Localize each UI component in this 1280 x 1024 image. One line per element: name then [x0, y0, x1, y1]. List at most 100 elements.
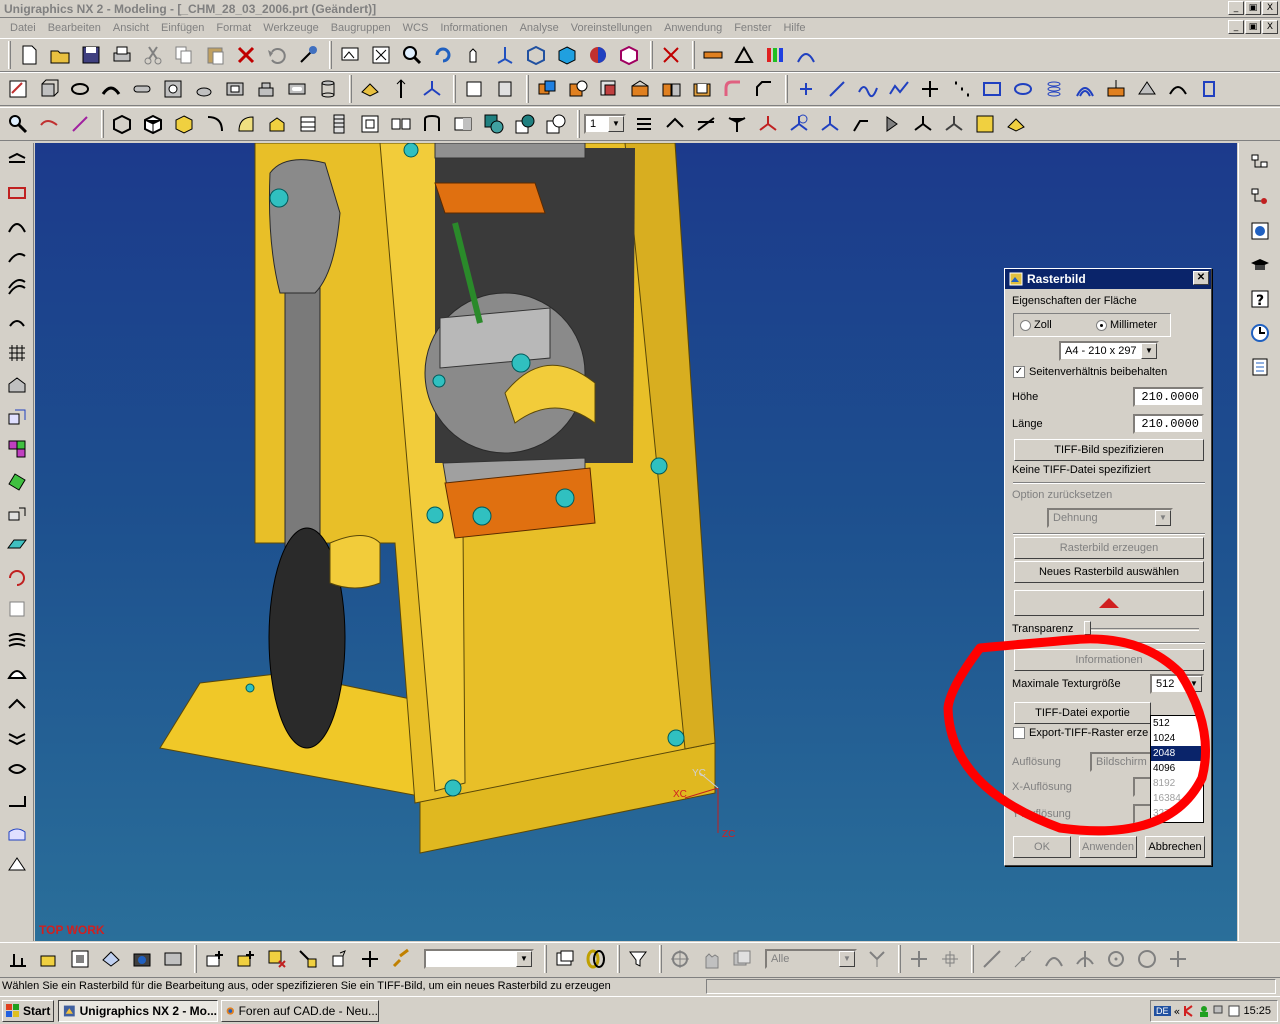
menu-voreinstellungen[interactable]: Voreinstellungen — [565, 21, 658, 35]
select-face-icon[interactable] — [97, 945, 125, 973]
enlarge-icon[interactable] — [3, 851, 31, 879]
move-object-icon[interactable] — [723, 110, 751, 138]
toolbar-grip[interactable] — [577, 110, 580, 138]
texture-option[interactable]: 3276 — [1151, 806, 1203, 821]
select-feature-icon[interactable] — [66, 945, 94, 973]
extension-icon[interactable] — [3, 499, 31, 527]
snap-point-icon[interactable] — [905, 945, 933, 973]
extrude-icon[interactable] — [35, 75, 63, 103]
revolve-side-icon[interactable] — [3, 179, 31, 207]
edit-feature-icon[interactable] — [4, 110, 32, 138]
select-new-raster-button[interactable]: Neues Rasterbild auswählen — [1014, 561, 1204, 583]
sew-icon[interactable] — [3, 435, 31, 463]
toolbar-grip[interactable] — [650, 41, 653, 69]
toolbar-grip[interactable] — [898, 945, 901, 973]
offset-surface-icon[interactable] — [3, 403, 31, 431]
face-blend-icon[interactable] — [3, 787, 31, 815]
texture-option[interactable]: 4096 — [1151, 761, 1203, 776]
menu-baugruppen[interactable]: Baugruppen — [325, 21, 397, 35]
reposition-icon[interactable] — [325, 945, 353, 973]
toolbar-grip[interactable] — [692, 41, 695, 69]
doc-restore-button[interactable]: ▣ — [1245, 20, 1261, 34]
sphere-outline-icon[interactable] — [542, 110, 570, 138]
toolbar-grip[interactable] — [971, 945, 974, 973]
snap-existing-icon[interactable] — [1164, 945, 1192, 973]
wcs-orient-icon[interactable] — [847, 110, 875, 138]
subtract-icon[interactable] — [564, 75, 592, 103]
split-body-icon[interactable] — [657, 75, 685, 103]
mesh-surface-icon[interactable] — [3, 339, 31, 367]
shaded-display-icon[interactable] — [553, 41, 581, 69]
radio-zoll[interactable]: Zoll — [1020, 319, 1052, 331]
sweep-icon[interactable] — [97, 75, 125, 103]
doc-close-button[interactable]: X — [1262, 20, 1278, 34]
point-icon[interactable] — [792, 75, 820, 103]
radio-millimeter-control[interactable] — [1096, 319, 1107, 331]
slot-icon[interactable] — [283, 75, 311, 103]
chevron-left-icon[interactable]: « — [1174, 1005, 1181, 1018]
cancel-button[interactable]: Abbrechen — [1145, 836, 1205, 858]
chevron-down-icon[interactable]: ▼ — [608, 116, 624, 132]
datum-plane-icon[interactable] — [356, 75, 384, 103]
expand-button[interactable] — [1014, 590, 1204, 616]
system-materials-icon[interactable] — [1246, 353, 1274, 381]
delete-icon[interactable] — [232, 41, 260, 69]
wcs-display-icon[interactable] — [909, 110, 937, 138]
mate-component-icon[interactable] — [294, 945, 322, 973]
paper-size-combo[interactable]: A4 - 210 x 297 ▼ — [1059, 341, 1159, 361]
export-tiff-button[interactable]: TIFF-Datei exportie — [1014, 702, 1151, 724]
helix-icon[interactable] — [1040, 75, 1068, 103]
orient-view-icon[interactable] — [491, 41, 519, 69]
help-icon[interactable]: ? — [1246, 285, 1274, 313]
pan-icon[interactable] — [460, 41, 488, 69]
start-button[interactable]: Start — [2, 1000, 54, 1022]
ellipse-icon[interactable] — [1009, 75, 1037, 103]
snap-view-icon[interactable] — [551, 945, 579, 973]
remove-component-icon[interactable] — [263, 945, 291, 973]
export-raster-checkbox[interactable]: Export-TIFF-Raster erze — [1013, 727, 1148, 740]
hidden-line-icon[interactable] — [139, 110, 167, 138]
chevron-down-icon[interactable]: ▼ — [1186, 676, 1202, 692]
menu-analyse[interactable]: Analyse — [514, 21, 565, 35]
menu-datei[interactable]: Datei — [4, 21, 42, 35]
wcs-dynamic-icon[interactable] — [816, 110, 844, 138]
trim-body-icon[interactable] — [626, 75, 654, 103]
menu-format[interactable]: Format — [210, 21, 257, 35]
toolbar-grip[interactable] — [617, 945, 620, 973]
n-sided-icon[interactable] — [3, 659, 31, 687]
chevron-down-icon[interactable]: ▼ — [1141, 343, 1157, 359]
toolbar-grip[interactable] — [329, 41, 332, 69]
deselect-icon[interactable] — [863, 945, 891, 973]
intersect-icon[interactable] — [595, 75, 623, 103]
sweep-side-icon[interactable] — [3, 211, 31, 239]
spline-icon[interactable] — [854, 75, 882, 103]
curvature-icon[interactable] — [792, 41, 820, 69]
scheduler-icon[interactable] — [1228, 1005, 1240, 1017]
snap-midpoint-icon[interactable] — [936, 945, 964, 973]
zoom-icon[interactable] — [398, 41, 426, 69]
cylinder-icon[interactable] — [314, 75, 342, 103]
color-bar-icon[interactable] — [761, 41, 789, 69]
tube-icon[interactable] — [128, 75, 156, 103]
block-icon[interactable] — [460, 75, 488, 103]
layer-category-icon[interactable] — [387, 110, 415, 138]
snap-quadrant-icon[interactable] — [1133, 945, 1161, 973]
polyline-icon[interactable] — [885, 75, 913, 103]
menu-fenster[interactable]: Fenster — [728, 21, 777, 35]
point-set-icon[interactable] — [947, 75, 975, 103]
chevron-down-icon[interactable]: ▼ — [516, 951, 532, 967]
assembly-navigator-icon[interactable] — [1246, 149, 1274, 177]
copy-layer-icon[interactable] — [418, 110, 446, 138]
menu-anwendung[interactable]: Anwendung — [658, 21, 728, 35]
studio-icon[interactable] — [263, 110, 291, 138]
height-field[interactable]: 210.0000 — [1133, 387, 1204, 407]
extrude-side-icon[interactable] — [3, 147, 31, 175]
minimize-button[interactable]: _ — [1228, 1, 1244, 15]
move-to-layer-icon[interactable] — [356, 110, 384, 138]
clock[interactable]: 15:25 — [1243, 1005, 1271, 1017]
cylinder-solid-icon[interactable] — [491, 75, 519, 103]
chevron-down-icon[interactable]: ▼ — [839, 951, 855, 967]
rectangle-icon[interactable] — [978, 75, 1006, 103]
blank-side-icon[interactable] — [3, 595, 31, 623]
blend-icon[interactable] — [719, 75, 747, 103]
